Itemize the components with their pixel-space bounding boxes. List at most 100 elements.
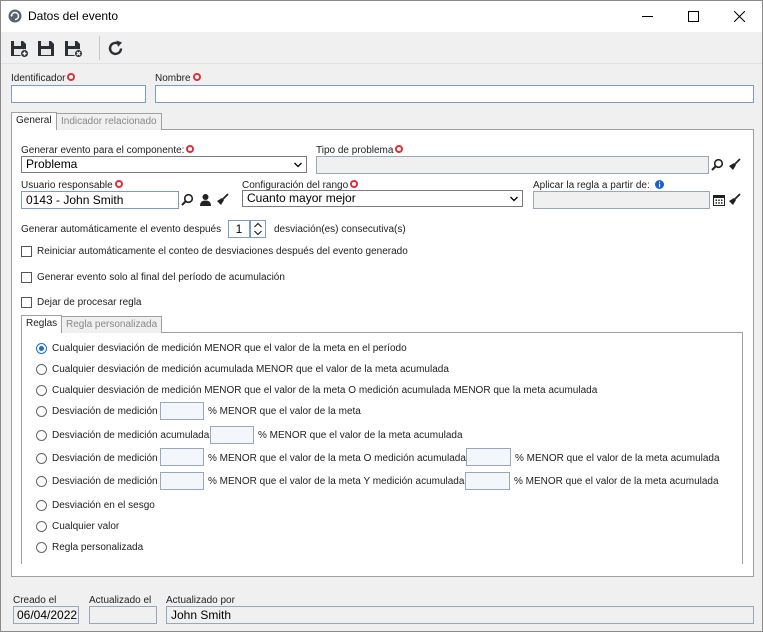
final-periodo-checkbox[interactable] [21, 272, 32, 283]
calendar-button[interactable] [710, 191, 727, 208]
chevron-down-icon [254, 230, 262, 236]
maximize-icon [687, 11, 699, 22]
auto-evento-stepper[interactable] [250, 220, 266, 238]
broom-icon [729, 158, 741, 170]
save-new-icon [10, 40, 29, 58]
user-icon [200, 194, 211, 206]
rule-radio-10[interactable] [36, 542, 47, 553]
rule-6-percent-input-2[interactable] [466, 448, 511, 466]
rule-label-7a: Desviación de medición [52, 476, 158, 487]
dejar-procesar-checkbox[interactable] [21, 297, 32, 308]
chevron-down-icon [294, 162, 302, 168]
minimize-icon [641, 16, 653, 17]
creado-label: Creado el [13, 595, 57, 606]
save-close-icon [64, 40, 83, 58]
rule-label-6c: % MENOR que el valor de la meta acumulad… [515, 453, 720, 464]
tipo-problema-clear-button[interactable] [726, 156, 743, 173]
app-icon [8, 9, 22, 23]
rule-7-percent-input-1[interactable] [160, 472, 204, 490]
rule-label-1: Cualquier desviación de medición MENOR q… [52, 343, 407, 354]
rule-radio-9[interactable] [36, 521, 47, 532]
close-icon [733, 11, 745, 22]
generar-evento-select[interactable]: Problema [21, 156, 307, 173]
required-icon [114, 180, 123, 188]
chevron-up-icon [254, 222, 262, 228]
rule-4-percent-input[interactable] [160, 402, 204, 420]
save-button[interactable] [35, 37, 57, 59]
rule-radio-3[interactable] [36, 385, 47, 396]
rule-label-2: Cualquier desviación de medición acumula… [52, 364, 449, 375]
auto-evento-label: Generar automáticamente el evento despué… [21, 224, 222, 235]
usuario-search-button[interactable] [179, 191, 196, 208]
identificador-input[interactable] [11, 85, 146, 103]
actualizado-por-value: John Smith [166, 606, 754, 624]
maximize-button[interactable] [670, 1, 716, 32]
rule-label-7b: % MENOR que el valor de la meta Y medici… [208, 476, 465, 487]
usuario-responsable-input[interactable]: 0143 - John Smith [21, 191, 179, 209]
generar-evento-label: Generar evento para el componente: [21, 145, 195, 156]
rule-label-7c: % MENOR que el valor de la meta acumulad… [514, 476, 719, 487]
tab-regla-personalizada[interactable]: Regla personalizada [61, 316, 163, 333]
rule-radio-8[interactable] [36, 500, 47, 511]
tipo-problema-input[interactable] [316, 156, 709, 174]
config-rango-value: Cuanto mayor mejor [247, 191, 356, 205]
broom-icon [729, 193, 741, 205]
config-rango-select[interactable]: Cuanto mayor mejor [242, 190, 523, 207]
toolbar-separator [99, 36, 100, 60]
calendar-icon [712, 194, 725, 206]
required-icon [186, 145, 195, 153]
window-title: Datos del evento [28, 9, 119, 23]
rule-5-percent-input[interactable] [210, 426, 254, 444]
rule-radio-1[interactable] [36, 343, 47, 354]
save-close-button[interactable] [62, 37, 84, 59]
tipo-problema-label: Tipo de problema [316, 145, 404, 156]
creado-value: 06/04/2022 [13, 606, 79, 624]
rule-label-3: Cualquier desviación de medición MENOR q… [52, 385, 598, 396]
save-icon [37, 40, 54, 56]
rule-radio-5[interactable] [36, 430, 47, 441]
required-icon [395, 145, 404, 153]
close-button[interactable] [716, 1, 762, 32]
final-periodo-label: Generar evento solo al final del período… [37, 272, 285, 283]
search-icon [181, 193, 194, 206]
rule-radio-6[interactable] [36, 453, 47, 464]
aplicar-regla-date-input[interactable] [533, 191, 710, 209]
reload-button[interactable] [104, 37, 126, 59]
rule-label-5b: % MENOR que el valor de la meta acumulad… [258, 430, 463, 441]
broom-icon [217, 193, 229, 205]
rule-7-percent-input-2[interactable] [465, 472, 510, 490]
rule-radio-7[interactable] [36, 476, 47, 487]
rule-radio-2[interactable] [36, 364, 47, 375]
chevron-down-icon [510, 196, 518, 202]
rule-label-9: Cualquier valor [52, 521, 120, 532]
actualizado-label: Actualizado el [89, 595, 152, 606]
aplicar-regla-label: Aplicar la regla a partir de: [533, 180, 664, 191]
event-data-window: Datos del evento Identificador Nombre Ge… [0, 0, 763, 632]
usuario-select-button[interactable] [197, 191, 214, 208]
rule-label-4b: % MENOR que el valor de la meta [208, 406, 361, 417]
rule-label-8: Desviación en el sesgo [52, 500, 155, 511]
auto-evento-suffix: desviación(es) consecutiva(s) [274, 224, 406, 235]
rule-label-10: Regla personalizada [52, 542, 144, 553]
tab-reglas[interactable]: Reglas [21, 315, 63, 333]
nombre-input[interactable] [155, 85, 754, 103]
usuario-responsable-label: Usuario responsable [21, 180, 123, 191]
reload-icon [108, 40, 122, 55]
tab-general[interactable]: General [11, 112, 57, 130]
rule-6-percent-input-1[interactable] [160, 448, 204, 466]
minimize-button[interactable] [624, 1, 670, 32]
rule-radio-4[interactable] [36, 406, 47, 417]
required-icon [192, 73, 201, 81]
save-new-button[interactable] [8, 37, 30, 59]
auto-evento-count-input[interactable]: 1 [228, 220, 250, 238]
rule-label-6b: % MENOR que el valor de la meta O medici… [208, 453, 466, 464]
aplicar-regla-clear-button[interactable] [726, 191, 743, 208]
actualizado-por-label: Actualizado por [166, 595, 235, 606]
info-icon [654, 180, 664, 189]
generar-evento-value: Problema [26, 157, 78, 171]
usuario-clear-button[interactable] [214, 191, 231, 208]
rule-label-4a: Desviación de medición [52, 406, 158, 417]
reiniciar-checkbox[interactable] [21, 246, 32, 257]
tab-indicador-relacionado[interactable]: Indicador relacionado [56, 113, 162, 130]
tipo-problema-search-button[interactable] [709, 156, 726, 173]
